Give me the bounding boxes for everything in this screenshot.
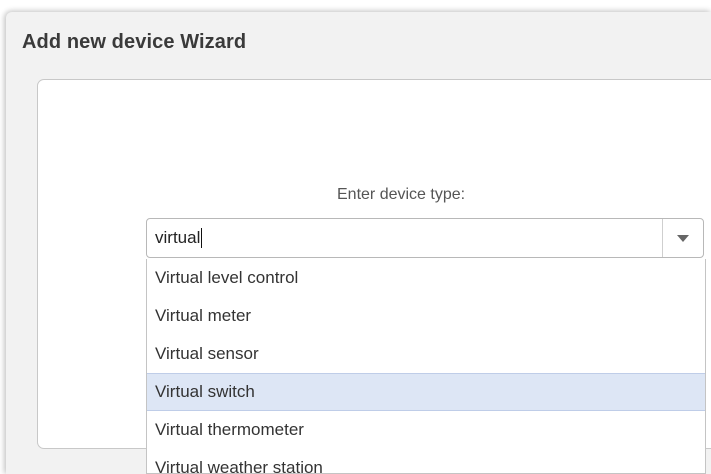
- device-type-label: Enter device type:: [337, 186, 466, 203]
- device-type-input[interactable]: virtual: [147, 219, 661, 257]
- dropdown-option-virtual-switch[interactable]: Virtual switch: [147, 373, 705, 411]
- dropdown-toggle-button[interactable]: [663, 219, 703, 257]
- dropdown-option-virtual-level-control[interactable]: Virtual level control: [147, 259, 705, 297]
- dropdown-option-virtual-meter[interactable]: Virtual meter: [147, 297, 705, 335]
- dropdown-option-virtual-weather-station[interactable]: Virtual weather station: [147, 449, 705, 473]
- dropdown-option-virtual-thermometer[interactable]: Virtual thermometer: [147, 411, 705, 449]
- dropdown-option-virtual-sensor[interactable]: Virtual sensor: [147, 335, 705, 373]
- device-type-dropdown-list: Virtual level control Virtual meter Virt…: [146, 259, 706, 474]
- text-cursor: [201, 228, 203, 248]
- device-type-input-value: virtual: [155, 228, 201, 247]
- device-type-combobox[interactable]: virtual: [146, 218, 704, 258]
- wizard-title: Add new device Wizard: [22, 31, 247, 53]
- chevron-down-icon: [676, 234, 690, 243]
